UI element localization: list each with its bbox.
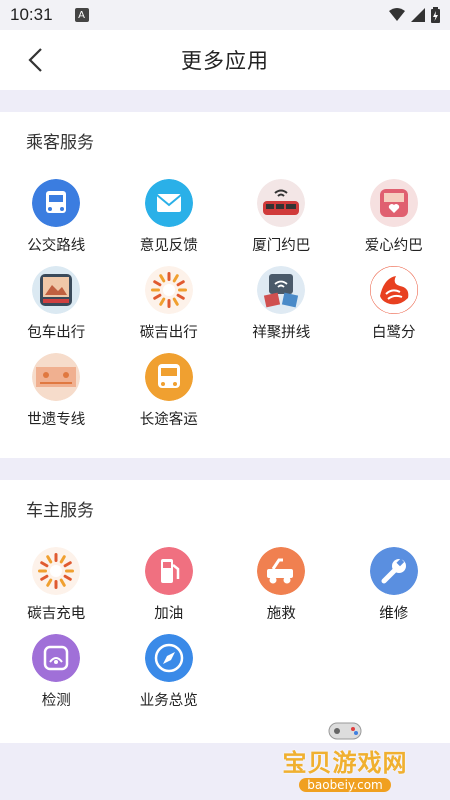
watermark-logo: 宝贝游戏网 baobeiy.com	[270, 702, 420, 792]
gamepad-icon	[328, 722, 362, 740]
xiamen-bus-icon	[257, 179, 306, 227]
divider	[0, 90, 450, 112]
chevron-left-icon	[28, 48, 42, 72]
love-bus-icon	[369, 179, 418, 227]
service-label: 业务总览	[139, 693, 198, 709]
nav-bar: 更多应用	[0, 30, 450, 90]
service-label: 施救	[266, 606, 296, 622]
page-title: 更多应用	[181, 49, 269, 73]
section-title: 乘客服务	[26, 133, 94, 153]
service-item[interactable]: 长途客运	[113, 353, 226, 440]
service-item[interactable]: 碳吉出行	[113, 266, 226, 353]
notification-badge: A	[74, 8, 89, 22]
service-label: 白鹭分	[372, 325, 416, 341]
service-item[interactable]: 公交路线	[0, 179, 113, 266]
back-button[interactable]	[20, 45, 50, 75]
carbon-sun-icon	[144, 266, 193, 314]
service-label: 检测	[41, 693, 71, 709]
wrench-icon	[369, 547, 418, 595]
service-label: 包车出行	[27, 325, 86, 341]
service-item[interactable]: 爱心约巴	[338, 179, 450, 266]
tow-truck-icon	[257, 547, 306, 595]
service-label: 爱心约巴	[364, 238, 423, 254]
battery-icon	[431, 7, 440, 23]
section-title: 车主服务	[26, 501, 94, 521]
service-item[interactable]: 祥聚拼线	[225, 266, 338, 353]
shared-route-icon	[257, 266, 306, 314]
compass-icon	[144, 634, 193, 682]
service-label: 碳吉充电	[27, 606, 86, 622]
service-item[interactable]: 碳吉充电	[0, 547, 113, 634]
watermark-text: 宝贝游戏网	[282, 749, 408, 777]
passenger-services-section: 乘客服务 公交路线 意见反馈 厦门约巴 爱心约巴包车出行 碳吉出行 祥聚拼线 白鹭分世遗专线…	[0, 112, 450, 458]
passenger-services-grid: 公交路线 意见反馈 厦门约巴 爱心约巴包车出行 碳吉出行 祥聚拼线 白鹭分世遗专线 长途客运	[0, 179, 450, 440]
service-label: 加油	[154, 606, 184, 622]
wifi-icon	[389, 8, 405, 21]
service-item[interactable]: 白鹭分	[338, 266, 450, 353]
service-label: 公交路线	[27, 238, 86, 254]
status-icons	[389, 7, 440, 23]
service-item[interactable]: 厦门约巴	[225, 179, 338, 266]
carbon-charge-icon	[32, 547, 81, 595]
service-item[interactable]: 意见反馈	[113, 179, 226, 266]
divider	[0, 458, 450, 480]
fuel-icon	[144, 547, 193, 595]
service-item[interactable]: 包车出行	[0, 266, 113, 353]
service-label: 长途客运	[139, 412, 198, 428]
bus-route-icon	[32, 179, 81, 227]
service-label: 碳吉出行	[139, 325, 198, 341]
service-label: 厦门约巴	[252, 238, 311, 254]
charter-bus-icon	[32, 266, 81, 314]
service-label: 维修	[379, 606, 409, 622]
service-label: 祥聚拼线	[252, 325, 311, 341]
service-item[interactable]: 加油	[113, 547, 226, 634]
service-item[interactable]: 维修	[338, 547, 450, 634]
watermark-url: baobeiy.com	[299, 778, 391, 792]
heritage-line-icon	[32, 353, 81, 401]
signal-icon	[411, 8, 425, 22]
service-label: 意见反馈	[139, 238, 198, 254]
status-time: 10:31	[10, 5, 53, 24]
egret-score-icon	[369, 266, 418, 314]
status-bar: 10:31 A	[0, 0, 450, 30]
service-label: 世遗专线	[27, 412, 86, 428]
inspection-icon	[32, 634, 81, 682]
service-item[interactable]: 检测	[0, 634, 113, 721]
service-item[interactable]: 世遗专线	[0, 353, 113, 440]
service-item[interactable]: 业务总览	[113, 634, 226, 721]
owner-services-grid: 碳吉充电 加油 施救 维修检测 业务总览	[0, 547, 450, 721]
coach-icon	[144, 353, 193, 401]
service-item[interactable]: 施救	[225, 547, 338, 634]
feedback-envelope-icon	[144, 179, 193, 227]
